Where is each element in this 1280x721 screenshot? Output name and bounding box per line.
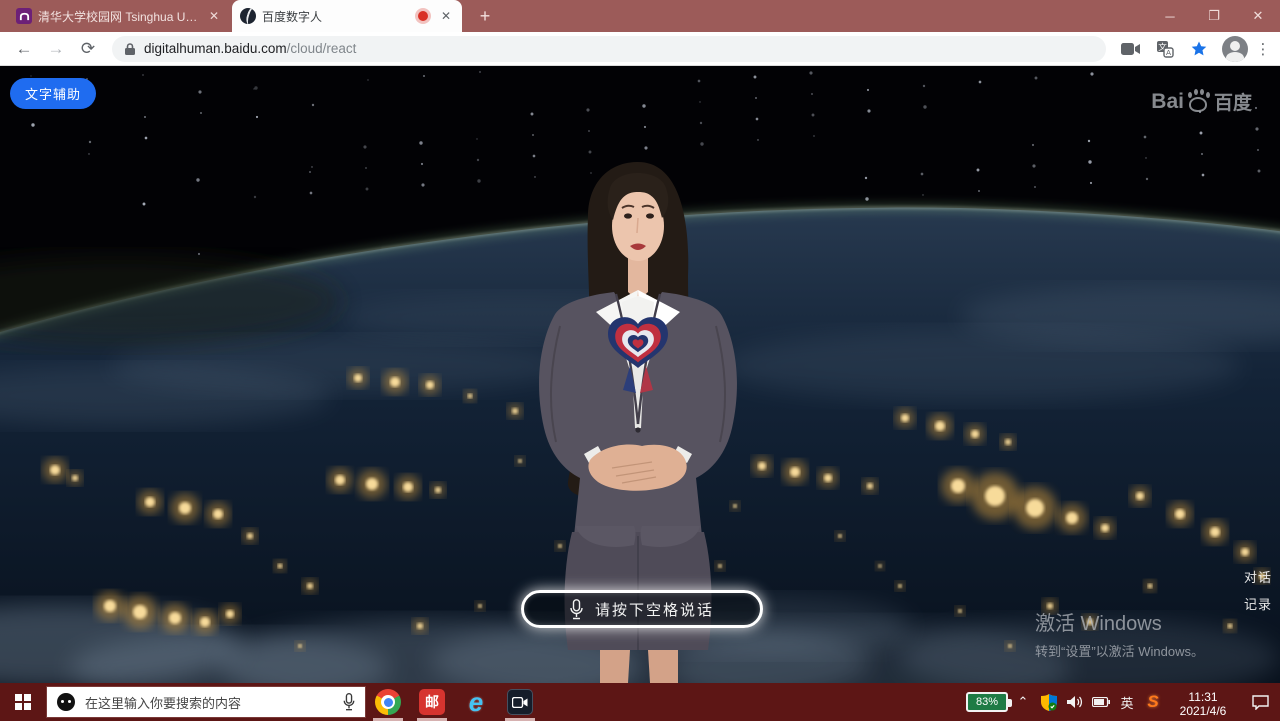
minimize-button[interactable]: ─	[1148, 0, 1192, 32]
address-bar[interactable]: digitalhuman.baidu.com/cloud/react	[112, 36, 1106, 62]
tab-title: 百度数字人	[262, 8, 412, 25]
tsinghua-favicon-icon	[16, 8, 32, 24]
translate-icon[interactable]: 文A	[1153, 37, 1177, 61]
eye	[646, 213, 654, 218]
windows-logo-icon	[15, 694, 31, 710]
record-tab[interactable]: 记录	[1242, 590, 1274, 617]
internet-explorer-icon[interactable]: e	[454, 683, 498, 721]
windows-taskbar: 在这里输入你要搜索的内容 邮 e 83% ⌃	[0, 683, 1280, 721]
action-center-icon[interactable]	[1240, 683, 1280, 721]
system-tray: 83% ⌃ 英 S 11:31 2021/4/6	[966, 683, 1280, 721]
back-icon[interactable]: ←	[11, 36, 37, 62]
defender-shield-icon[interactable]	[1036, 683, 1062, 721]
battery-indicator[interactable]: 83%	[966, 692, 1008, 712]
chrome-taskbar-icon[interactable]	[366, 683, 410, 721]
search-placeholder: 在这里输入你要搜索的内容	[85, 693, 343, 712]
push-to-talk-button[interactable]: 请按下空格说话	[521, 590, 763, 628]
forward-icon[interactable]: →	[43, 36, 69, 62]
svg-text:A: A	[1166, 48, 1171, 57]
tray-battery-icon[interactable]	[1088, 683, 1114, 721]
text-assist-button[interactable]: 文字辅助	[10, 78, 96, 109]
search-mic-icon[interactable]	[343, 693, 355, 711]
search-app-icon	[57, 693, 75, 711]
globe-favicon-icon	[240, 8, 256, 24]
taskbar-search-box[interactable]: 在这里输入你要搜索的内容	[46, 686, 366, 718]
tab-baidu-digital-human[interactable]: 百度数字人 ✕	[232, 0, 462, 32]
clock[interactable]: 11:31 2021/4/6	[1166, 686, 1240, 718]
microphone-icon	[570, 599, 583, 620]
lock-icon	[124, 42, 136, 56]
baidu-paw-icon	[1185, 89, 1211, 115]
camera-extension-icon[interactable]	[1119, 37, 1143, 61]
close-button[interactable]: ✕	[1236, 0, 1280, 32]
nose	[637, 218, 638, 233]
start-button[interactable]	[0, 683, 46, 721]
mail-taskbar-icon[interactable]: 邮	[410, 683, 454, 721]
sogou-input-icon[interactable]: S	[1140, 683, 1166, 721]
time: 11:31	[1166, 690, 1240, 704]
restore-button[interactable]: ❐	[1192, 0, 1236, 32]
tab-title: 清华大学校园网 Tsinghua Univ	[38, 8, 200, 25]
volume-icon[interactable]	[1062, 683, 1088, 721]
dialog-tab[interactable]: 对话	[1242, 563, 1274, 590]
date: 2021/4/6	[1166, 704, 1240, 718]
browser-toolbar: ← → ⟳ digitalhuman.baidu.com/cloud/react…	[0, 32, 1280, 66]
recording-indicator-icon	[418, 11, 428, 21]
reload-icon[interactable]: ⟳	[75, 36, 101, 62]
baidu-logo: Bai 百度	[1151, 88, 1252, 115]
bookmark-star-icon[interactable]	[1187, 37, 1211, 61]
window-controls: ─ ❐ ✕	[1148, 0, 1280, 32]
eye	[624, 213, 632, 218]
tab-close-icon[interactable]: ✕	[206, 8, 222, 24]
taskbar-app-icons: 邮 e	[366, 683, 542, 721]
jacket-button	[635, 427, 640, 432]
windows-activation-watermark: 激活 Windows 转到“设置”以激活 Windows。	[1035, 607, 1204, 660]
ime-language-indicator[interactable]: 英	[1114, 683, 1140, 721]
page-viewport: 文字辅助 Bai 百度 请按下空格说话 对话 记录 激活 Windows 转到“…	[0, 66, 1280, 683]
leg	[600, 650, 630, 683]
tab-close-icon[interactable]: ✕	[438, 8, 454, 24]
browser-menu-icon[interactable]: ⋮	[1254, 40, 1272, 58]
profile-avatar[interactable]	[1222, 36, 1248, 62]
url-text: digitalhuman.baidu.com/cloud/react	[144, 41, 356, 56]
clasped-hands	[588, 445, 686, 491]
side-panel-tabs: 对话 记录	[1242, 563, 1274, 617]
leg	[648, 650, 678, 683]
new-tab-button[interactable]: +	[474, 6, 496, 28]
tray-expand-icon[interactable]: ⌃	[1010, 683, 1036, 721]
tab-tsinghua[interactable]: 清华大学校园网 Tsinghua Univ ✕	[8, 0, 230, 32]
mic-prompt-label: 请按下空格说话	[595, 599, 714, 620]
camera-app-icon[interactable]	[498, 683, 542, 721]
browser-titlebar: 清华大学校园网 Tsinghua Univ ✕ 百度数字人 ✕ + ─ ❐ ✕	[0, 0, 1280, 32]
desktop-screen: 清华大学校园网 Tsinghua Univ ✕ 百度数字人 ✕ + ─ ❐ ✕ …	[0, 0, 1280, 721]
